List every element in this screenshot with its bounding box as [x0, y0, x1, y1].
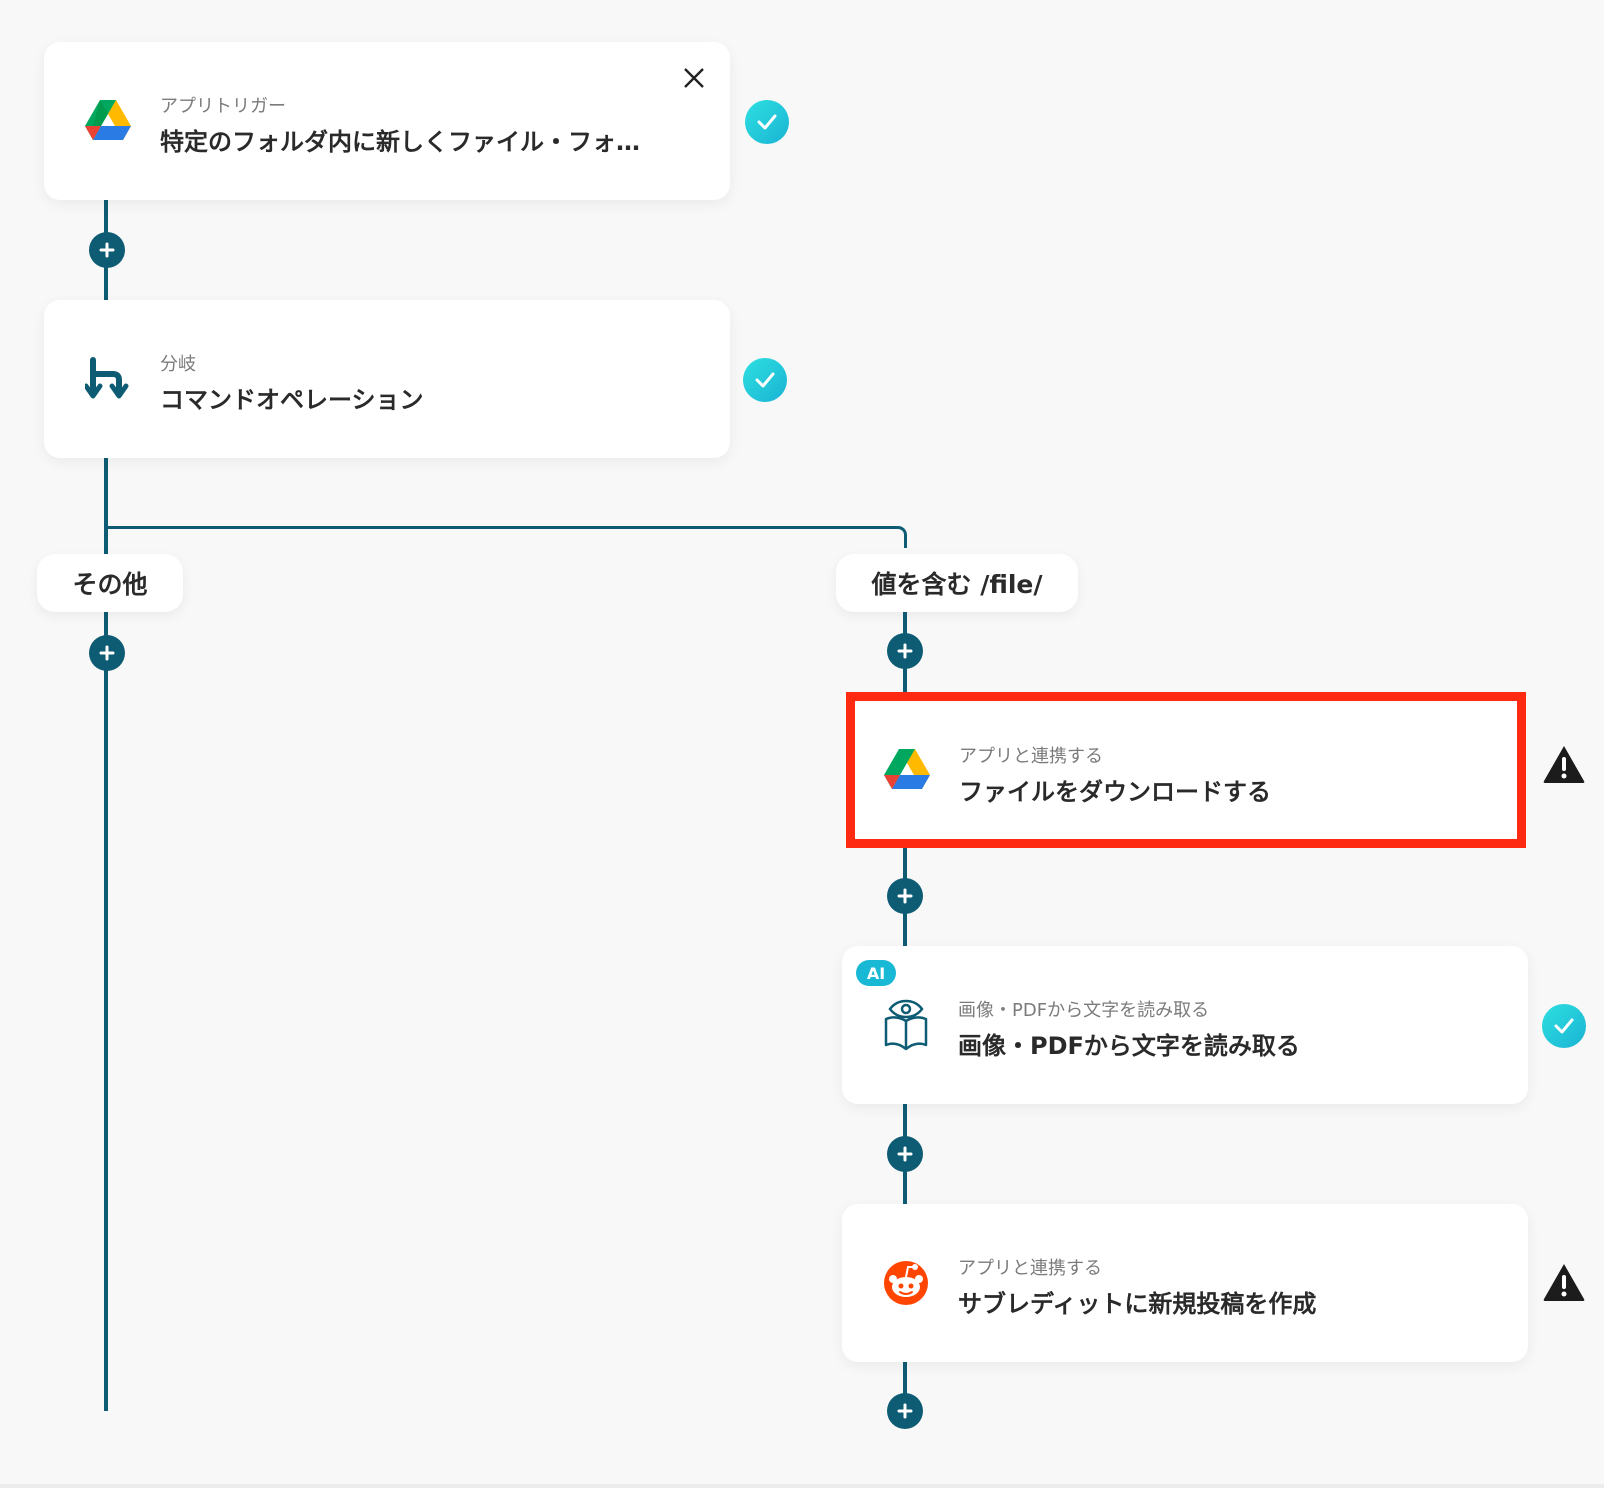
ocr-card[interactable]: AI 画像・PDFから文字を読み取る 画像・PDFから文字を読み取る — [842, 946, 1528, 1104]
ocr-subtitle: 画像・PDFから文字を読み取る — [958, 1000, 1210, 1021]
branch-subtitle: 分岐 — [160, 354, 196, 375]
download-title: ファイルをダウンロードする — [959, 778, 1271, 806]
check-icon — [1542, 1004, 1586, 1048]
branch-connector — [106, 526, 907, 548]
download-subtitle: アプリと連携する — [959, 746, 1103, 767]
add-step-button[interactable] — [887, 878, 923, 914]
add-step-button[interactable] — [887, 1136, 923, 1172]
warning-icon — [1542, 1260, 1586, 1304]
trigger-title: 特定のフォルダ内に新しくファイル・フォ… — [160, 128, 640, 156]
ocr-title: 画像・PDFから文字を読み取る — [958, 1032, 1300, 1060]
reddit-icon — [882, 1259, 930, 1307]
trigger-card[interactable]: アプリトリガー 特定のフォルダ内に新しくファイル・フォ… — [44, 42, 730, 200]
check-icon — [745, 100, 789, 144]
google-drive-icon — [84, 97, 132, 145]
add-step-button[interactable] — [89, 635, 125, 671]
google-drive-icon — [883, 746, 931, 794]
close-icon[interactable] — [678, 62, 710, 94]
add-step-button[interactable] — [887, 1393, 923, 1429]
branch-card[interactable]: 分岐 コマンドオペレーション — [44, 300, 730, 458]
trigger-subtitle: アプリトリガー — [160, 96, 286, 117]
add-step-button[interactable] — [89, 232, 125, 268]
branch-title: コマンドオペレーション — [160, 386, 424, 414]
reddit-card[interactable]: アプリと連携する サブレディットに新規投稿を作成 — [842, 1204, 1528, 1362]
ocr-book-icon — [882, 999, 930, 1051]
warning-icon — [1542, 742, 1586, 786]
add-step-button[interactable] — [887, 633, 923, 669]
branch-icon — [84, 355, 132, 403]
ai-badge: AI — [856, 960, 896, 986]
reddit-title: サブレディットに新規投稿を作成 — [958, 1290, 1317, 1318]
branch-label-contains[interactable]: 値を含む /file/ — [836, 554, 1078, 612]
download-card[interactable]: アプリと連携する ファイルをダウンロードする — [846, 692, 1526, 848]
reddit-subtitle: アプリと連携する — [958, 1258, 1102, 1279]
branch-label-other[interactable]: その他 — [37, 554, 183, 612]
check-icon — [743, 358, 787, 402]
bottom-divider — [0, 1484, 1604, 1488]
